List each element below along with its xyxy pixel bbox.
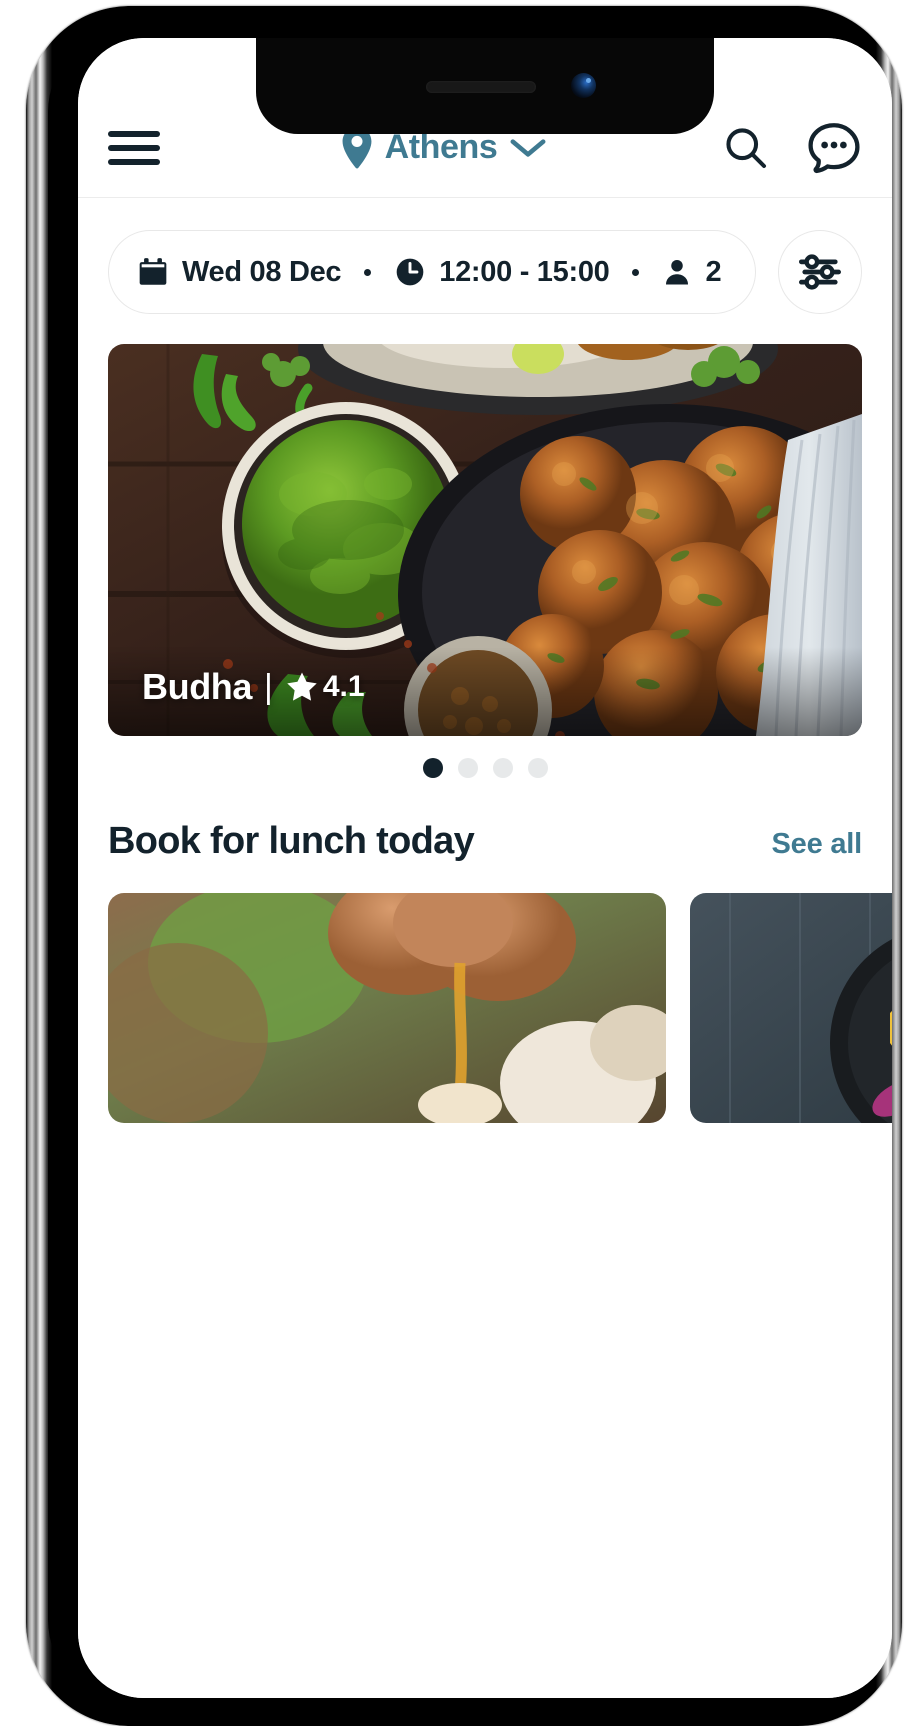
guests-value: 2 <box>705 255 722 288</box>
date-filter[interactable]: Wed 08 Dec <box>137 255 342 289</box>
hamburger-menu-icon[interactable] <box>108 130 160 165</box>
chat-bubble-dots-icon[interactable] <box>806 120 862 176</box>
app-content: Athens Wed 08 Dec 12:00 - 15:00 2 Budha … <box>78 38 892 1698</box>
restaurant-card-photo <box>108 893 666 1123</box>
chevron-down-icon[interactable] <box>509 136 547 160</box>
time-filter[interactable]: 12:00 - 15:00 <box>394 255 610 289</box>
carousel-dot[interactable] <box>492 758 513 778</box>
see-all-link[interactable]: See all <box>772 828 863 861</box>
carousel-dot[interactable] <box>422 758 443 778</box>
section-title: Book for lunch today <box>108 820 475 862</box>
calendar-icon <box>137 256 169 288</box>
restaurant-card[interactable] <box>690 893 892 1123</box>
hamburger-bar <box>108 144 160 151</box>
carousel-dots <box>78 736 892 778</box>
hamburger-bar <box>108 158 160 165</box>
filter-separator-dot <box>632 268 640 276</box>
carousel-dot[interactable] <box>527 758 548 778</box>
filter-separator-dot <box>364 268 372 276</box>
carousel-dot[interactable] <box>457 758 478 778</box>
booking-filter-pill[interactable]: Wed 08 Dec 12:00 - 15:00 2 <box>108 230 756 314</box>
guests-filter[interactable]: 2 <box>662 255 722 289</box>
restaurant-rating: 4.1 <box>322 670 365 703</box>
caption-separator: | <box>264 667 273 706</box>
front-camera <box>571 73 596 98</box>
restaurant-card-photo <box>690 893 892 1123</box>
section-header: Book for lunch today See all <box>78 778 892 863</box>
phone-device-frame: Athens Wed 08 Dec 12:00 - 15:00 2 Budha … <box>26 6 902 1726</box>
featured-carousel: Budha | 4.1 <box>78 314 892 736</box>
star-icon <box>285 670 319 704</box>
phone-notch <box>256 38 714 134</box>
filter-settings-button[interactable] <box>778 230 862 314</box>
search-icon[interactable] <box>722 124 770 172</box>
restaurant-name: Budha <box>142 666 252 707</box>
restaurant-cards-row <box>78 863 892 1123</box>
clock-icon <box>394 256 426 288</box>
earpiece-speaker <box>426 81 536 93</box>
sliders-filter-icon <box>798 250 842 294</box>
featured-restaurant-card[interactable]: Budha | 4.1 <box>108 344 862 736</box>
restaurant-card[interactable] <box>108 893 666 1123</box>
time-value: 12:00 - 15:00 <box>439 255 610 288</box>
person-icon <box>662 257 692 287</box>
filter-bar: Wed 08 Dec 12:00 - 15:00 2 <box>78 198 892 314</box>
date-value: Wed 08 Dec <box>182 255 342 288</box>
header-actions <box>722 120 862 176</box>
featured-restaurant-caption: Budha | 4.1 <box>142 666 365 708</box>
phone-screen: Athens Wed 08 Dec 12:00 - 15:00 2 Budha … <box>78 38 892 1698</box>
hamburger-bar <box>108 130 160 137</box>
